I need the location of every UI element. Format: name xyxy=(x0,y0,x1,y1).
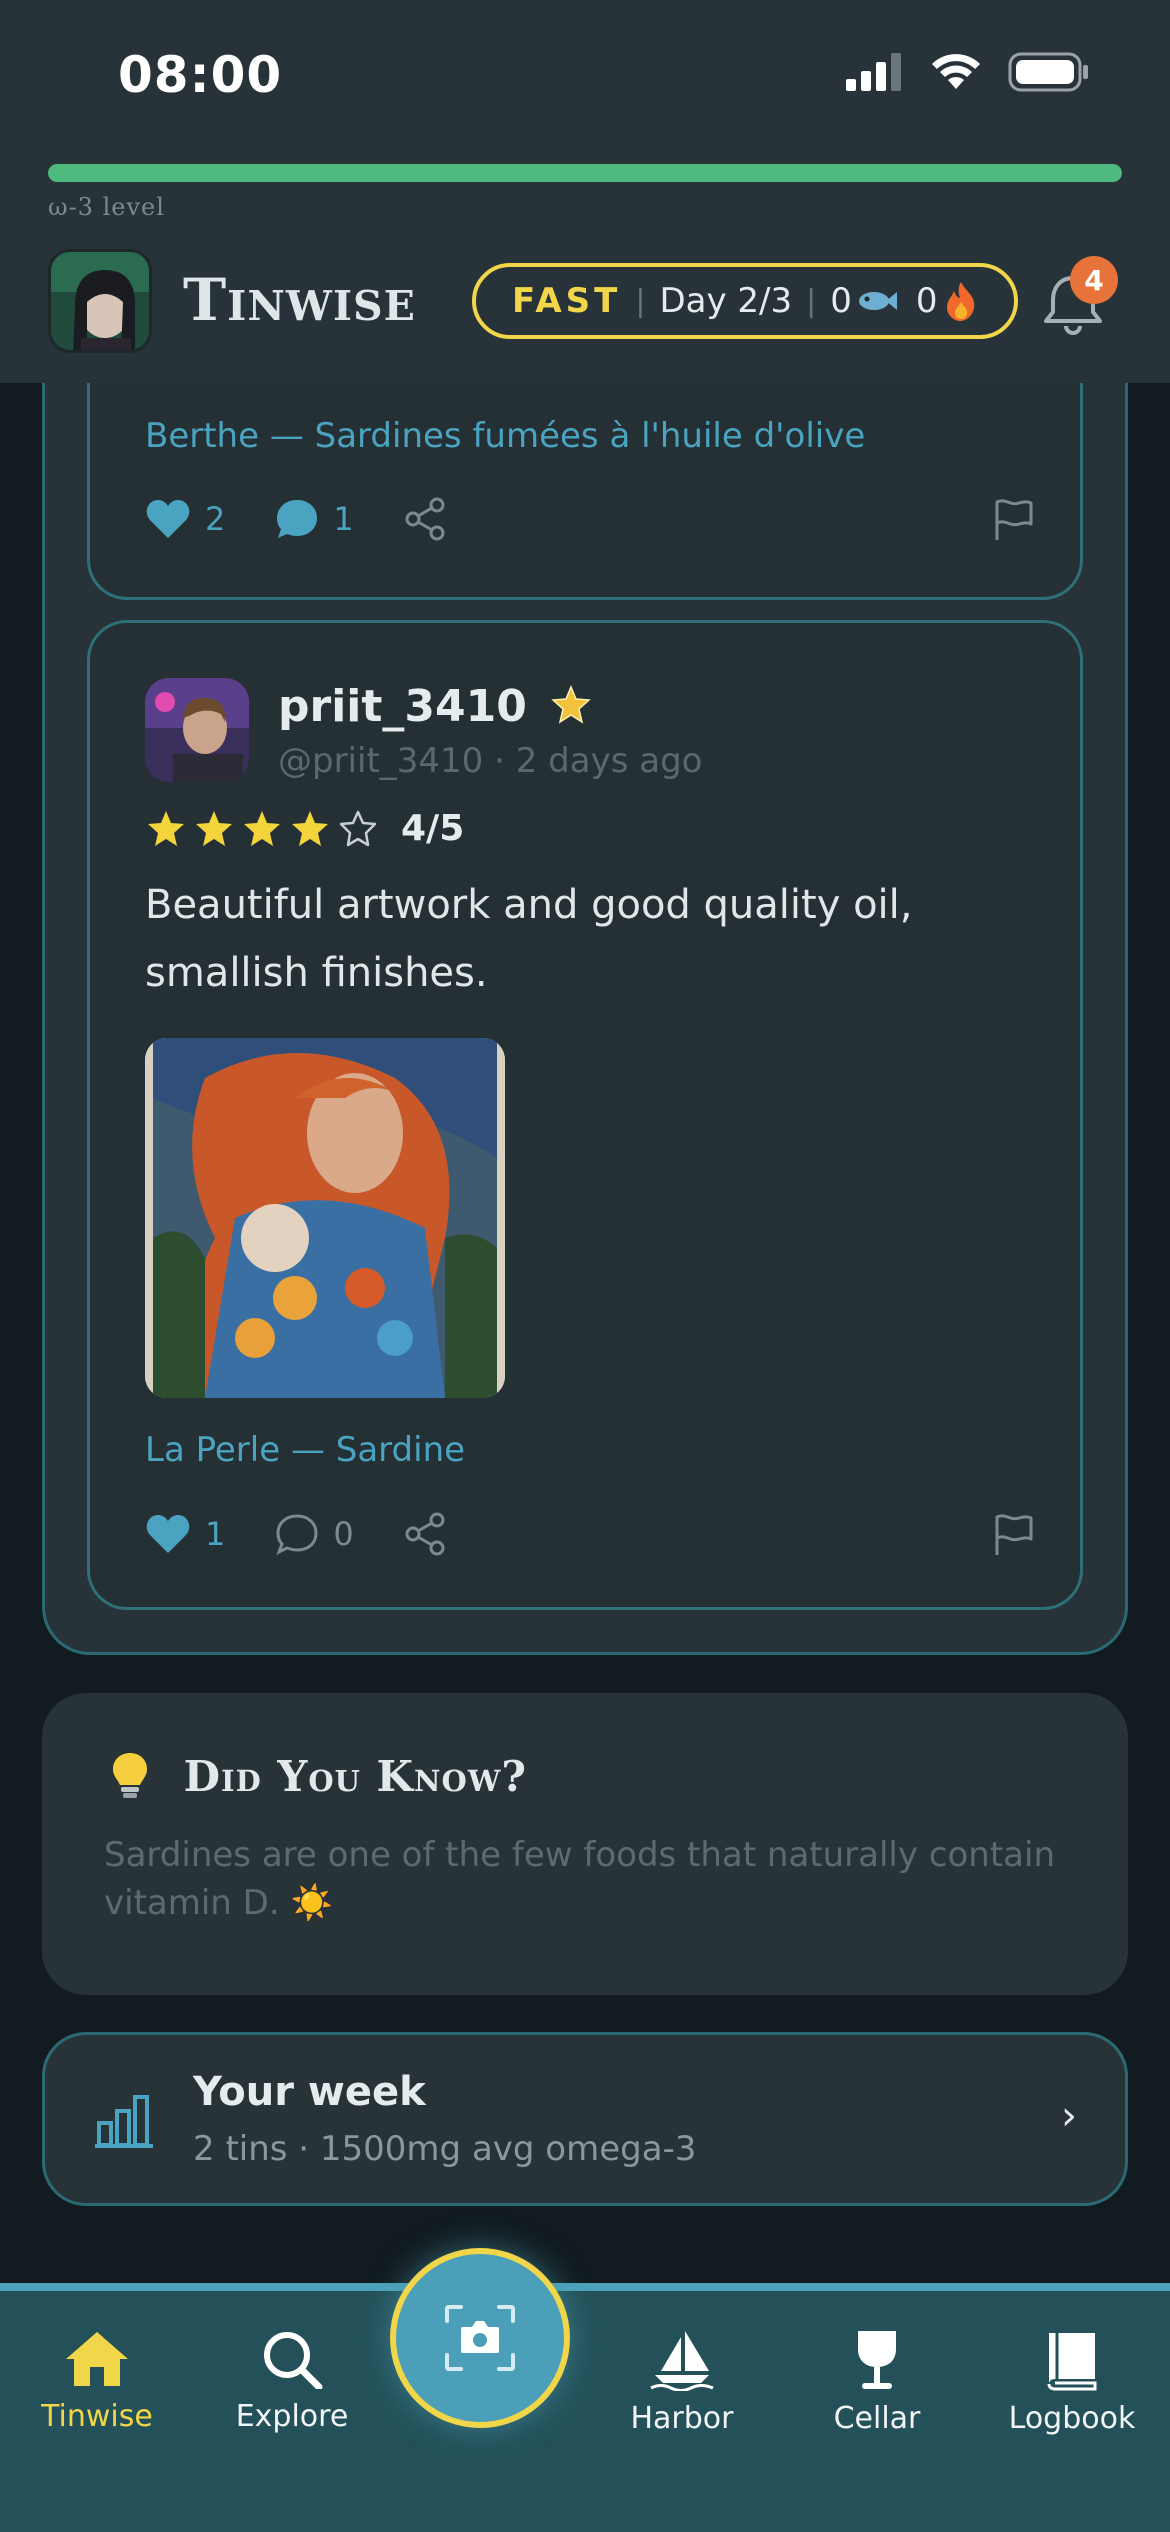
lightbulb-icon xyxy=(113,1753,147,1798)
search-icon xyxy=(264,2332,323,2389)
divider: | xyxy=(635,283,646,319)
heart-icon xyxy=(146,500,190,538)
wifi-icon xyxy=(932,54,980,89)
star-filled-icon xyxy=(292,810,328,846)
your-week-summary: 2 tins · 1500mg avg omega-3 xyxy=(193,2129,697,2169)
like-count: 2 xyxy=(205,500,226,538)
your-week-card[interactable]: Your week 2 tins · 1500mg avg omega-3 › xyxy=(42,2032,1128,2206)
report-flag-icon[interactable] xyxy=(991,498,1035,542)
wine-glass-icon xyxy=(858,2331,896,2389)
review-photo[interactable] xyxy=(145,1038,505,1398)
tab-tinwise[interactable]: Tinwise xyxy=(7,2329,187,2434)
star-filled-icon xyxy=(244,810,280,846)
review-actions: 2 1 xyxy=(145,494,1035,544)
status-time: 08:00 xyxy=(118,46,283,104)
tab-logbook[interactable]: Logbook xyxy=(982,2329,1162,2436)
star-filled-icon xyxy=(148,810,184,846)
tab-label: Tinwise xyxy=(41,2399,153,2434)
tab-label: Harbor xyxy=(630,2401,734,2436)
comment-count: 1 xyxy=(333,500,354,538)
omega-progress-bar xyxy=(48,164,1122,182)
review-line: smallish finishes. xyxy=(145,950,488,996)
fast-day: Day 2/3 xyxy=(659,281,793,321)
omega-level-label: ω-3 level xyxy=(48,193,165,221)
status-icons xyxy=(846,52,1090,92)
comment-button[interactable]: 0 xyxy=(275,1513,354,1555)
review-text: Beautiful artwork and good quality oil, … xyxy=(145,871,1005,1007)
star-badge-icon xyxy=(551,685,591,724)
review-card: priit_3410 @priit_3410 · 2 days ago 4/5 … xyxy=(87,620,1083,1610)
tab-harbor[interactable]: Harbor xyxy=(592,2329,772,2436)
like-button[interactable]: 1 xyxy=(145,1513,225,1555)
tin-link[interactable]: La Perle — Sardine xyxy=(145,1430,465,1470)
did-you-know-card: Did You Know? Sardines are one of the fe… xyxy=(42,1693,1128,1995)
fish-count: 0 xyxy=(830,281,852,321)
divider: | xyxy=(806,283,817,319)
review-username[interactable]: priit_3410 xyxy=(278,681,592,732)
chevron-right-icon: › xyxy=(1061,2093,1077,2139)
app-title: Tinwise xyxy=(183,266,416,334)
fast-status-pill[interactable]: FAST | Day 2/3 | 0 0 xyxy=(472,263,1018,339)
like-button[interactable]: 2 xyxy=(145,498,225,540)
profile-avatar[interactable] xyxy=(48,249,152,353)
heart-icon xyxy=(146,1515,190,1553)
bottom-tab-bar: Tinwise Explore Harbor Cellar Logbook xyxy=(0,2283,1170,2532)
did-you-know-title-text: Did You Know? xyxy=(183,1752,527,1801)
flame-icon xyxy=(946,282,974,321)
comment-count: 0 xyxy=(333,1515,354,1553)
star-filled-icon xyxy=(196,810,232,846)
bar-chart-icon xyxy=(95,2095,153,2148)
app-header: 08:00 ω-3 level Tinwise FAST | Day 2/3 |… xyxy=(0,0,1170,383)
tab-explore[interactable]: Explore xyxy=(202,2329,382,2434)
comment-icon xyxy=(277,500,318,538)
your-week-title: Your week xyxy=(193,2069,426,2115)
share-icon[interactable] xyxy=(404,497,448,541)
tab-cellar[interactable]: Cellar xyxy=(787,2329,967,2436)
tab-label: Explore xyxy=(235,2399,349,2434)
fast-label: FAST xyxy=(512,281,622,321)
scan-camera-button[interactable] xyxy=(390,2248,570,2428)
username-text: priit_3410 xyxy=(278,681,527,732)
did-you-know-text: Sardines are one of the few foods that n… xyxy=(104,1835,1056,1923)
tin-link[interactable]: Berthe — Sardines fumées à l'huile d'oli… xyxy=(145,416,865,456)
share-icon[interactable] xyxy=(404,1512,448,1556)
battery-icon xyxy=(1008,52,1088,92)
like-count: 1 xyxy=(205,1515,226,1553)
book-icon xyxy=(1047,2333,1097,2391)
did-you-know-title: Did You Know? xyxy=(110,1751,527,1801)
star-rating: 4/5 xyxy=(145,808,464,849)
report-flag-icon[interactable] xyxy=(991,1513,1035,1557)
rating-text: 4/5 xyxy=(401,808,465,849)
review-actions: 1 0 xyxy=(145,1509,1035,1559)
notification-badge: 4 xyxy=(1070,256,1118,304)
omega-progress-fill xyxy=(48,164,1122,182)
tab-label: Logbook xyxy=(1008,2401,1136,2436)
user-avatar[interactable] xyxy=(145,678,249,782)
comment-button[interactable]: 1 xyxy=(275,498,354,540)
review-handle-time: @priit_3410 · 2 days ago xyxy=(278,741,703,781)
camera-scan-icon xyxy=(445,2305,515,2371)
cellular-signal-icon xyxy=(846,53,901,91)
sailboat-icon xyxy=(650,2331,714,2391)
review-line: Beautiful artwork and good quality oil, xyxy=(145,882,913,928)
comment-icon xyxy=(276,1514,318,1555)
star-empty-icon xyxy=(339,810,377,846)
home-icon xyxy=(66,2332,128,2386)
tab-label: Cellar xyxy=(833,2401,921,2436)
fish-icon xyxy=(858,292,897,310)
streak-count: 0 xyxy=(915,281,938,321)
